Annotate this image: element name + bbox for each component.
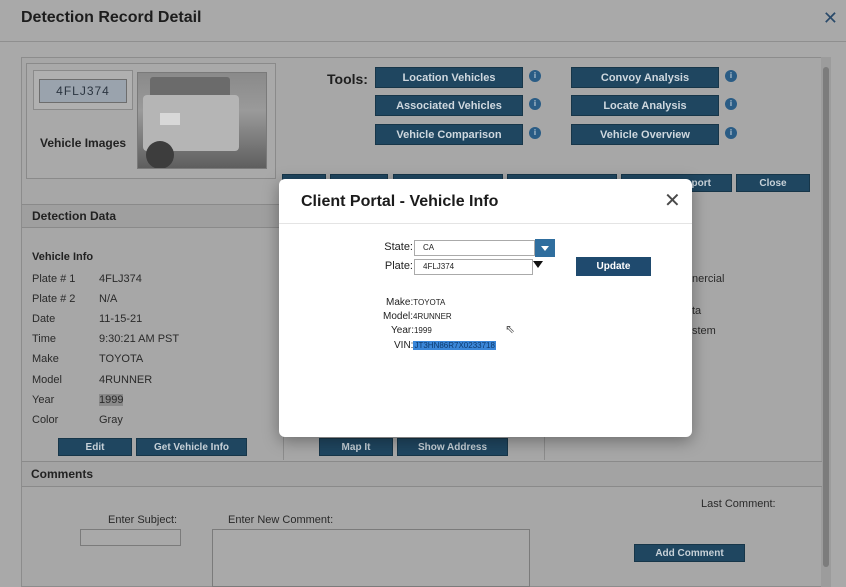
detection-data-header: Detection Data bbox=[22, 204, 282, 228]
row-label-date: Date bbox=[32, 313, 56, 325]
info-icon[interactable]: i bbox=[529, 98, 541, 110]
row-label-model: Model bbox=[32, 374, 62, 386]
associated-vehicles-button[interactable]: Associated Vehicles bbox=[375, 95, 523, 116]
model-value: 4RUNNER bbox=[413, 312, 452, 321]
page-title: Detection Record Detail bbox=[21, 9, 202, 26]
make-label: Make: bbox=[386, 297, 414, 308]
row-label-color: Color bbox=[32, 414, 59, 426]
right-column-text: ta bbox=[692, 305, 702, 317]
vehicle-images-box: 4FLJ374 Vehicle Images bbox=[26, 63, 276, 179]
row-value-year: 1999 bbox=[99, 394, 124, 406]
state-select[interactable]: CA bbox=[414, 240, 535, 256]
scrollbar[interactable] bbox=[821, 57, 831, 587]
year-detail: Year:1999 bbox=[391, 325, 432, 336]
info-icon[interactable]: i bbox=[725, 70, 737, 82]
close-icon[interactable]: ✕ bbox=[823, 8, 838, 29]
vehicle-info-title: Vehicle Info bbox=[32, 251, 94, 263]
row-value-color: Gray bbox=[99, 414, 123, 426]
plate-image-text: 4FLJ374 bbox=[39, 79, 127, 103]
row-label-year: Year bbox=[32, 394, 55, 406]
make-value: TOYOTA bbox=[413, 298, 446, 307]
info-icon[interactable]: i bbox=[725, 127, 737, 139]
comments-header: Comments bbox=[22, 461, 822, 487]
page-header: Detection Record Detail ✕ bbox=[0, 0, 846, 42]
plate-thumbnail[interactable]: 4FLJ374 bbox=[33, 70, 133, 110]
show-address-button[interactable]: Show Address bbox=[397, 438, 508, 456]
model-detail: Model:4RUNNER bbox=[383, 311, 452, 322]
vehicle-comparison-button[interactable]: Vehicle Comparison bbox=[375, 124, 523, 145]
add-comment-button[interactable]: Add Comment bbox=[634, 544, 745, 562]
state-label: State: bbox=[384, 241, 413, 253]
right-column-text: stem bbox=[692, 325, 716, 337]
new-comment-textarea[interactable] bbox=[212, 529, 530, 587]
close-button[interactable]: Close bbox=[736, 174, 810, 192]
row-label-plate1: Plate # 1 bbox=[32, 273, 76, 285]
row-label-plate2: Plate # 2 bbox=[32, 293, 76, 305]
car-wheel bbox=[146, 141, 174, 168]
last-comment-label: Last Comment: bbox=[701, 498, 776, 510]
vin-value[interactable]: JT3HN86R7X0233718 bbox=[413, 341, 496, 350]
mouse-cursor-icon: ⇖ bbox=[505, 322, 516, 336]
row-value-make: TOYOTA bbox=[99, 353, 144, 365]
subject-input[interactable] bbox=[80, 529, 181, 546]
plate-input[interactable]: 4FLJ374 bbox=[414, 259, 533, 275]
map-it-button[interactable]: Map It bbox=[319, 438, 393, 456]
year-label: Year: bbox=[391, 325, 414, 336]
chevron-down-icon[interactable] bbox=[535, 239, 555, 257]
row-value-date: 11-15-21 bbox=[99, 313, 143, 325]
make-detail: Make:TOYOTA bbox=[386, 297, 445, 308]
caret-down-icon[interactable] bbox=[533, 261, 543, 268]
modal-header-divider bbox=[279, 223, 692, 224]
update-button[interactable]: Update bbox=[576, 257, 651, 276]
vehicle-images-label: Vehicle Images bbox=[40, 136, 127, 150]
enter-subject-label: Enter Subject: bbox=[108, 514, 178, 526]
close-icon[interactable]: ✕ bbox=[664, 191, 681, 211]
row-value-plate2: N/A bbox=[99, 293, 118, 305]
tools-label: Tools: bbox=[327, 71, 368, 87]
model-label: Model: bbox=[383, 311, 414, 322]
edit-button[interactable]: Edit bbox=[58, 438, 132, 456]
right-column-text: nercial bbox=[692, 273, 725, 285]
enter-new-comment-label: Enter New Comment: bbox=[228, 514, 334, 526]
year-value: 1999 bbox=[413, 326, 432, 335]
row-value-model: 4RUNNER bbox=[99, 374, 153, 386]
info-icon[interactable]: i bbox=[725, 98, 737, 110]
scrollbar-thumb[interactable] bbox=[823, 67, 829, 567]
vehicle-overview-button[interactable]: Vehicle Overview bbox=[571, 124, 719, 145]
car-license-plate bbox=[160, 113, 180, 125]
location-vehicles-button[interactable]: Location Vehicles bbox=[375, 67, 523, 88]
plate-label: Plate: bbox=[384, 260, 413, 272]
info-icon[interactable]: i bbox=[529, 127, 541, 139]
info-icon[interactable]: i bbox=[529, 70, 541, 82]
vehicle-info-modal: Client Portal - Vehicle Info ✕ State: CA… bbox=[279, 179, 692, 437]
convoy-analysis-button[interactable]: Convoy Analysis bbox=[571, 67, 719, 88]
row-label-make: Make bbox=[32, 353, 59, 365]
vin-label: VIN: bbox=[394, 340, 414, 351]
locate-analysis-button[interactable]: Locate Analysis bbox=[571, 95, 719, 116]
row-value-plate1: 4FLJ374 bbox=[99, 273, 142, 285]
row-value-time: 9:30:21 AM PST bbox=[99, 333, 180, 345]
vin-detail: VIN:JT3HN86R7X0233718 bbox=[394, 340, 496, 351]
get-vehicle-info-button[interactable]: Get Vehicle Info bbox=[136, 438, 247, 456]
modal-title: Client Portal - Vehicle Info bbox=[301, 193, 499, 210]
vehicle-photo[interactable] bbox=[137, 72, 267, 169]
row-label-time: Time bbox=[32, 333, 57, 345]
